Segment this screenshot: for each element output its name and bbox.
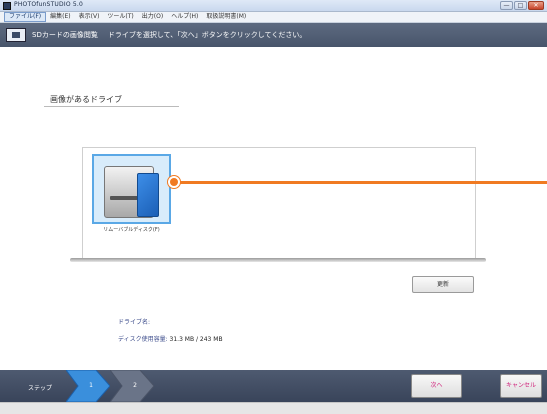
- menu-bar: ファイル(F) 編集(E) 表示(V) ツール(T) 出力(O) ヘルプ(H) …: [0, 12, 547, 23]
- section-title: 画像があるドライブ: [50, 95, 122, 104]
- refresh-button[interactable]: 更新: [412, 276, 474, 293]
- section-divider: [44, 106, 179, 107]
- window-title: PHOTOfunSTUDIO 5.0: [14, 1, 83, 8]
- step-label: ステップ: [28, 385, 53, 392]
- menu-edit[interactable]: 編集(E): [46, 12, 74, 22]
- disk-usage: ディスク使用容量: 31.3 MB / 243 MB: [118, 334, 223, 343]
- minimize-button[interactable]: —: [500, 1, 513, 10]
- maximize-button[interactable]: □: [514, 1, 527, 10]
- header-banner: SDカードの画像閲覧 ドライブを選択して、「次へ」ボタンをクリックしてください。: [0, 23, 547, 47]
- callout-line: [176, 181, 547, 184]
- step-1-number: 1: [89, 382, 93, 389]
- status-bar: [0, 402, 547, 414]
- cancel-button[interactable]: キャンセル: [500, 374, 542, 398]
- app-icon: [3, 2, 11, 10]
- drive-label: リムーバブルディスク(F): [103, 227, 160, 233]
- menu-manual[interactable]: 取扱説明書(M): [202, 12, 250, 22]
- drive-slot: [110, 196, 138, 200]
- drive-name-label: ドライブ名:: [118, 319, 151, 326]
- header-description: ドライブを選択して、「次へ」ボタンをクリックしてください。: [107, 31, 307, 39]
- disk-usage-label: ディスク使用容量:: [118, 336, 168, 343]
- step-2-number: 2: [133, 382, 137, 389]
- disk-usage-value: 31.3 MB / 243 MB: [169, 336, 223, 343]
- title-bar: PHOTOfunSTUDIO 5.0 — □ ✕: [0, 0, 547, 12]
- menu-help[interactable]: ヘルプ(H): [167, 12, 202, 22]
- menu-output[interactable]: 出力(O): [138, 12, 167, 22]
- header-title: SDカードの画像閲覧: [32, 31, 98, 39]
- window-controls: — □ ✕: [500, 1, 544, 10]
- close-button[interactable]: ✕: [528, 1, 544, 10]
- callout-marker: [168, 176, 180, 188]
- panel-shadow: [70, 258, 486, 262]
- sd-card-icon: [6, 28, 26, 42]
- sd-card-graphic: [137, 173, 159, 217]
- menu-file[interactable]: ファイル(F): [4, 12, 47, 22]
- next-button[interactable]: 次へ: [411, 374, 462, 398]
- menu-tools[interactable]: ツール(T): [103, 12, 137, 22]
- menu-view[interactable]: 表示(V): [75, 12, 104, 22]
